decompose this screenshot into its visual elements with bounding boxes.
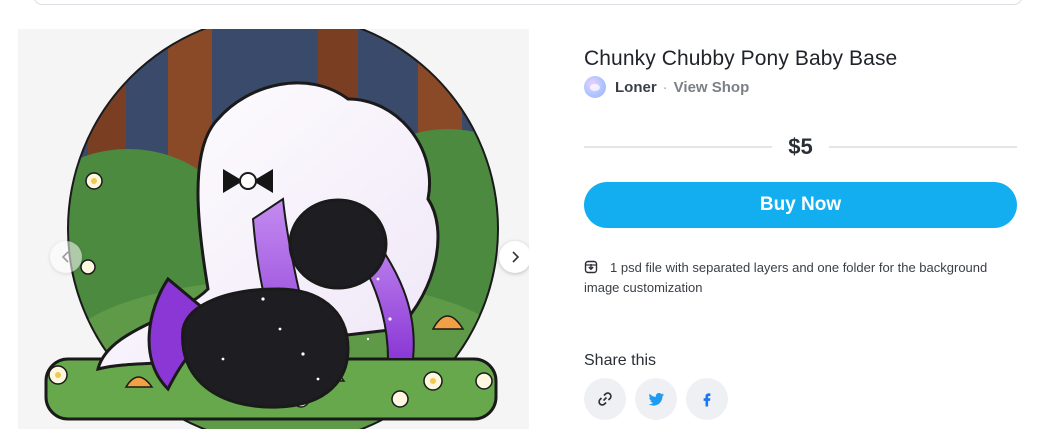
gallery-next-button[interactable] — [499, 241, 529, 273]
product-description: 1 psd file with separated layers and one… — [584, 258, 1004, 298]
share-link-button[interactable] — [584, 378, 626, 420]
share-facebook-button[interactable] — [686, 378, 728, 420]
avatar[interactable] — [584, 76, 606, 98]
chevron-left-icon — [61, 251, 69, 263]
divider — [584, 146, 773, 148]
buy-now-button[interactable]: Buy Now — [584, 182, 1017, 228]
share-label: Share this — [584, 352, 657, 369]
divider — [828, 146, 1018, 148]
gallery-prev-button[interactable] — [50, 241, 82, 273]
price-row: $5 — [584, 132, 1018, 162]
download-box-icon — [584, 260, 598, 274]
link-icon — [598, 392, 612, 406]
description-text: 1 psd file with separated layers and one… — [584, 260, 988, 295]
seller-name-link[interactable]: Loner — [615, 79, 657, 96]
separator-dot: · — [662, 78, 668, 96]
price: $5 — [788, 134, 813, 159]
top-search-bar-edge — [33, 0, 1023, 5]
twitter-icon — [648, 393, 664, 406]
share-buttons — [584, 378, 728, 420]
product-image-gallery[interactable] — [18, 29, 529, 429]
share-twitter-button[interactable] — [635, 378, 677, 420]
product-title: Chunky Chubby Pony Baby Base — [584, 47, 898, 70]
product-artwork — [44, 29, 499, 429]
chevron-right-icon — [512, 251, 520, 263]
view-shop-link[interactable]: View Shop — [674, 79, 750, 96]
facebook-icon — [703, 393, 711, 407]
seller-row: Loner · View Shop — [584, 74, 1017, 100]
product-info: Chunky Chubby Pony Baby Base Loner · Vie… — [584, 44, 1018, 420]
